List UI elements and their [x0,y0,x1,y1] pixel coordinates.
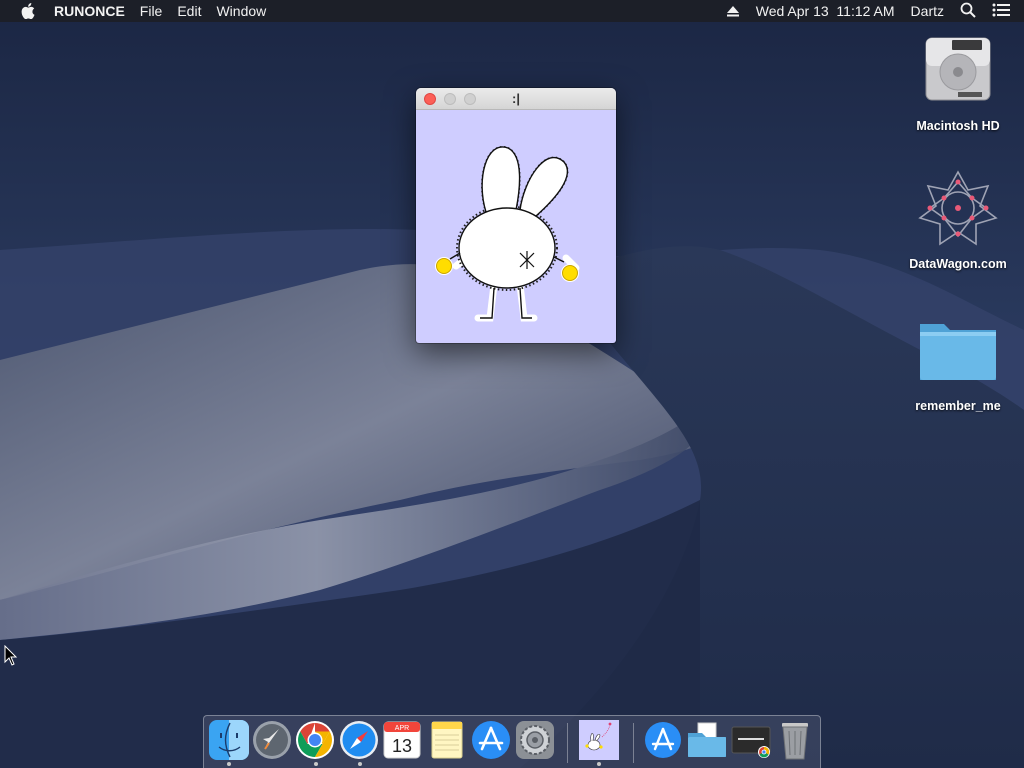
dock-running-indicator [358,762,362,766]
menu-bar: RUNONCE File Edit Window Wed Apr 13 11:1… [0,0,1024,22]
menu-window[interactable]: Window [216,0,266,22]
system-preferences-icon[interactable] [514,719,556,761]
desktop-icon-label: DataWagon.com [909,257,1007,271]
dock-separator [633,723,634,763]
apple-logo-icon[interactable] [18,1,38,21]
trash-icon[interactable] [774,719,816,761]
calendar-icon[interactable]: APR 13 [381,719,423,761]
hard-drive-icon [925,37,991,101]
window-title: :| [512,91,520,106]
desktop-icon-label: remember_me [915,399,1001,413]
menu-app-name[interactable]: RUNONCE [54,3,125,19]
dock-separator [567,723,568,763]
chrome-app-window-icon[interactable] [730,719,772,761]
notes-icon[interactable] [426,719,468,761]
applications-folder-icon[interactable] [642,719,684,761]
menu-user[interactable]: Dartz [911,3,944,19]
spotlight-search-icon[interactable] [960,2,976,21]
mouse-pointer-icon [4,645,18,666]
safari-icon[interactable] [338,719,380,761]
desktop-icon-remember-me[interactable]: remember_me [903,310,1013,413]
desktop-icon-datawagon[interactable]: DataWagon.com [903,168,1013,271]
notification-center-icon[interactable] [992,3,1010,20]
menu-file[interactable]: File [140,0,163,22]
finder-icon[interactable] [208,719,250,761]
launchpad-icon[interactable] [251,719,293,761]
desktop-icon-macintosh-hd[interactable]: Macintosh HD [903,30,1013,133]
runonce-app-icon[interactable] [578,719,620,761]
dock-running-indicator [314,762,318,766]
app-store-icon[interactable] [470,719,512,761]
calendar-month: APR [395,725,409,732]
folder-icon [920,324,996,380]
bunny-canvas[interactable] [416,110,616,343]
desktop-icon-label: Macintosh HD [916,119,1000,133]
menu-edit[interactable]: Edit [177,0,201,22]
eject-icon[interactable] [726,4,740,18]
dock-running-indicator [597,762,601,766]
menu-clock[interactable]: Wed Apr 13 11:12 AM [756,3,895,19]
dock-running-indicator [227,762,231,766]
chrome-icon[interactable] [294,719,336,761]
calendar-day: 13 [392,736,412,756]
documents-folder-icon[interactable] [686,719,728,761]
runonce-window[interactable]: :| [416,88,616,343]
datawagon-icon [918,170,998,246]
bunny-illustration [435,145,580,322]
window-titlebar[interactable]: :| [416,88,616,110]
